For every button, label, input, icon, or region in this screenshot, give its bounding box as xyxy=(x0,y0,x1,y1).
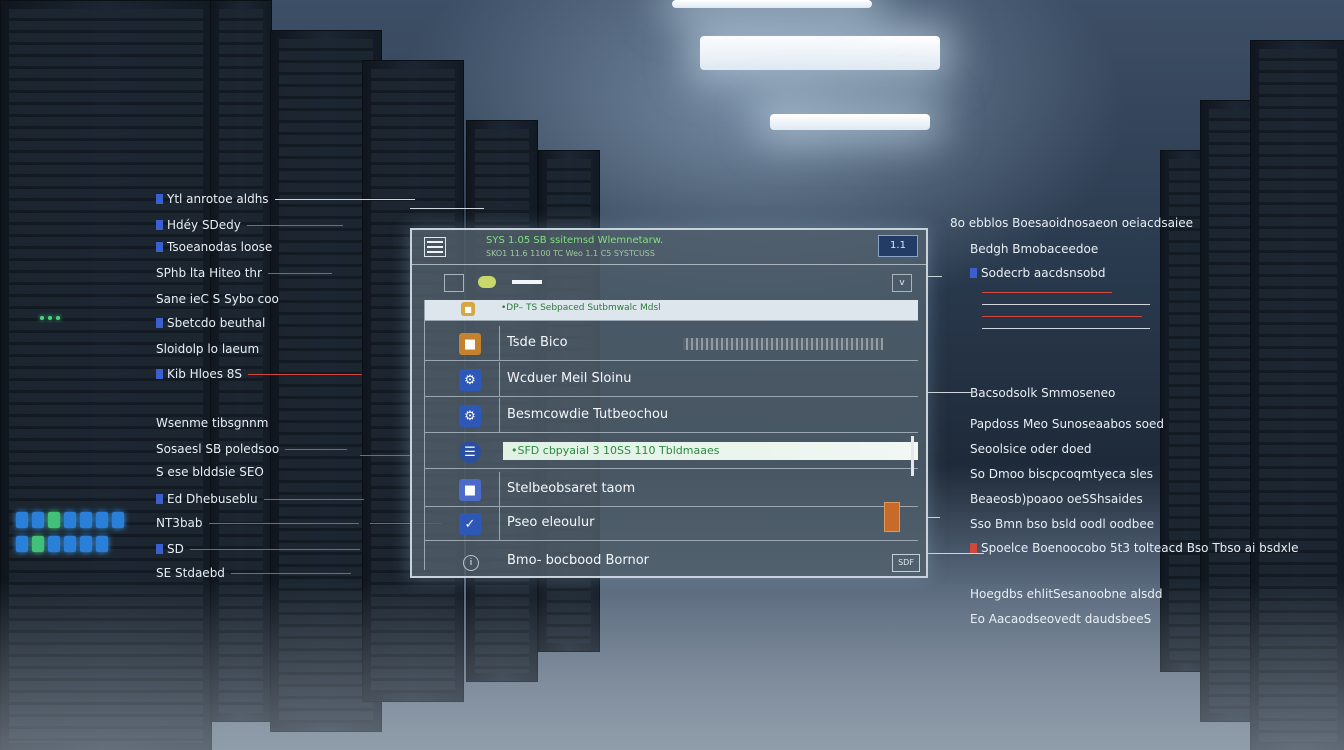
panel-subtitle: SKO1 11.6 1100 TC Weo 1.1 C5 SYSTCUSS xyxy=(486,249,655,258)
panel-header-text: SYS 1.05 SB ssitemsd Wlemnetarw. SKO1 11… xyxy=(486,235,663,259)
left-annotation: SD xyxy=(156,542,360,556)
info-icon: i xyxy=(463,555,479,571)
list-item-label: •DP– TS Sebpaced Sutbmwalc Mdsl xyxy=(501,303,661,313)
left-annotation: Sosaesl SB poledsoo xyxy=(156,442,348,456)
panel-toolbar: v xyxy=(412,272,926,292)
list-item-label: Wcduer Meil Sloinu xyxy=(507,371,632,386)
system-panel: SYS 1.05 SB ssitemsd Wlemnetarw. SKO1 11… xyxy=(410,228,928,578)
corner-label: SDF xyxy=(892,554,920,572)
folder-icon: ■ xyxy=(461,302,475,316)
header-button[interactable]: 1.1 xyxy=(878,235,918,257)
right-annotation: Sodecrb aacdsnsobd xyxy=(970,266,1106,280)
chart-line xyxy=(982,328,1150,329)
left-annotation: Hdéy SDedy xyxy=(156,218,343,232)
divider xyxy=(499,398,500,432)
left-annotation: SE Stdaebd xyxy=(156,566,351,580)
list-item-label: Besmcowdie Tutbeochou xyxy=(507,407,669,422)
connector-line xyxy=(928,553,984,554)
left-annotation: Sbetcdo beuthal xyxy=(156,316,265,330)
chart-line xyxy=(982,304,1150,305)
right-annotation: 8o ebblos Boesaoidnosaeon oeiacdsaiee xyxy=(950,216,1194,230)
left-annotation: Wsenme tibsgnnm xyxy=(156,416,269,430)
list-item[interactable]: ■ Tsde Bico xyxy=(425,326,918,361)
item-list: ■ •DP– TS Sebpaced Sutbmwalc Mdsl ■ Tsde… xyxy=(424,300,918,571)
divider xyxy=(499,362,500,396)
divider xyxy=(499,506,500,540)
scrollbar[interactable] xyxy=(911,436,914,476)
left-annotation: SPhb lta Hiteo thr xyxy=(156,266,332,280)
list-item[interactable]: ✓ Pseo eleoulur xyxy=(425,506,918,541)
right-annotation: Beaeosb)poaoo oeSShsaides xyxy=(970,492,1143,506)
right-annotation: Hoegdbs ehlitSesanoobne alsdd xyxy=(970,587,1163,601)
gear-icon: ⚙ xyxy=(459,369,481,391)
list-item-selected[interactable]: ☰ •SFD cbpyaiaI 3 10SS 110 Tbldmaaes xyxy=(425,434,918,469)
chart-line xyxy=(982,316,1142,317)
rack-status-leds xyxy=(16,512,124,528)
list-item-label: •SFD cbpyaiaI 3 10SS 110 Tbldmaaes xyxy=(511,444,720,457)
right-annotation: Seoolsice oder doed xyxy=(970,442,1092,456)
divider xyxy=(499,326,500,360)
rack-status-leds xyxy=(16,536,108,552)
toolbar-button[interactable] xyxy=(444,274,464,292)
left-annotation: Ed Dhebuseblu xyxy=(156,492,364,506)
right-annotation: Bedgh Bmobaceedoe xyxy=(970,242,1099,256)
left-annotation: Sloidolp lo laeum xyxy=(156,342,260,356)
database-icon: ☰ xyxy=(459,441,481,463)
list-item-label: Stelbeobsaret taom xyxy=(507,481,636,496)
list-item[interactable]: ⚙ Besmcowdie Tutbeochou xyxy=(425,398,918,433)
list-item[interactable]: ■ Stelbeobsaret taom xyxy=(425,472,918,507)
list-item[interactable]: ⚙ Wcduer Meil Sloinu xyxy=(425,362,918,397)
folder-icon: ■ xyxy=(459,479,481,501)
rack-status-leds xyxy=(40,316,60,320)
list-item[interactable]: i Bmo- bocbood Bornor xyxy=(425,544,918,578)
right-annotation: Eo Aacaodseovedt daudsbeeS xyxy=(970,612,1152,626)
right-annotation: So Dmoo biscpcoqmtyeca sles xyxy=(970,467,1154,481)
toolbar-indicator xyxy=(512,280,542,284)
connector-line xyxy=(928,276,942,277)
ceiling-light xyxy=(672,0,872,8)
right-annotation: Bacsodsolk Smmoseneo xyxy=(970,386,1116,400)
left-annotation: Sane ieC S Sybo coo xyxy=(156,292,279,306)
right-annotation: Spoelce Boenoocobo 5t3 tolteacd Bso Tbso… xyxy=(970,541,1299,555)
list-item[interactable]: ■ •DP– TS Sebpaced Sutbmwalc Mdsl xyxy=(425,300,918,321)
connector-line xyxy=(928,517,940,518)
right-annotation: Papdoss Meo Sunoseaabos soed xyxy=(970,417,1164,431)
panel-header: SYS 1.05 SB ssitemsd Wlemnetarw. SKO1 11… xyxy=(412,230,926,265)
left-annotation: Tsoeanodas loose xyxy=(156,240,272,254)
connector-line xyxy=(410,208,484,209)
connector-line xyxy=(360,455,412,456)
list-item-label: Pseo eleoulur xyxy=(507,515,595,530)
list-item-label: Tsde Bico xyxy=(507,335,568,350)
shield-icon: ✓ xyxy=(459,513,481,535)
ceiling-light xyxy=(700,36,940,70)
chevron-down-icon[interactable]: v xyxy=(892,274,912,292)
panel-title: SYS 1.05 SB ssitemsd Wlemnetarw. xyxy=(486,235,664,246)
right-annotation: Sso Bmn bso bsld oodl oodbee xyxy=(970,517,1155,531)
left-annotation: NT3bab xyxy=(156,516,359,530)
folder-icon: ■ xyxy=(459,333,481,355)
chart-line xyxy=(982,292,1112,293)
status-toggle[interactable] xyxy=(478,276,496,288)
left-annotation: Ytl anrotoe aldhs xyxy=(156,192,415,206)
left-annotation: Kib Hloes 8S xyxy=(156,367,363,381)
list-item-label: Bmo- bocbood Bornor xyxy=(507,553,650,568)
connector-line xyxy=(928,392,972,393)
left-annotation: S ese blddsie SEO xyxy=(156,465,264,479)
progress-dots xyxy=(683,338,883,350)
side-tab[interactable] xyxy=(884,502,900,532)
menu-icon[interactable] xyxy=(424,237,446,257)
floor xyxy=(0,580,1344,750)
divider xyxy=(499,472,500,506)
ceiling-light xyxy=(770,114,930,130)
gear-icon: ⚙ xyxy=(459,405,481,427)
